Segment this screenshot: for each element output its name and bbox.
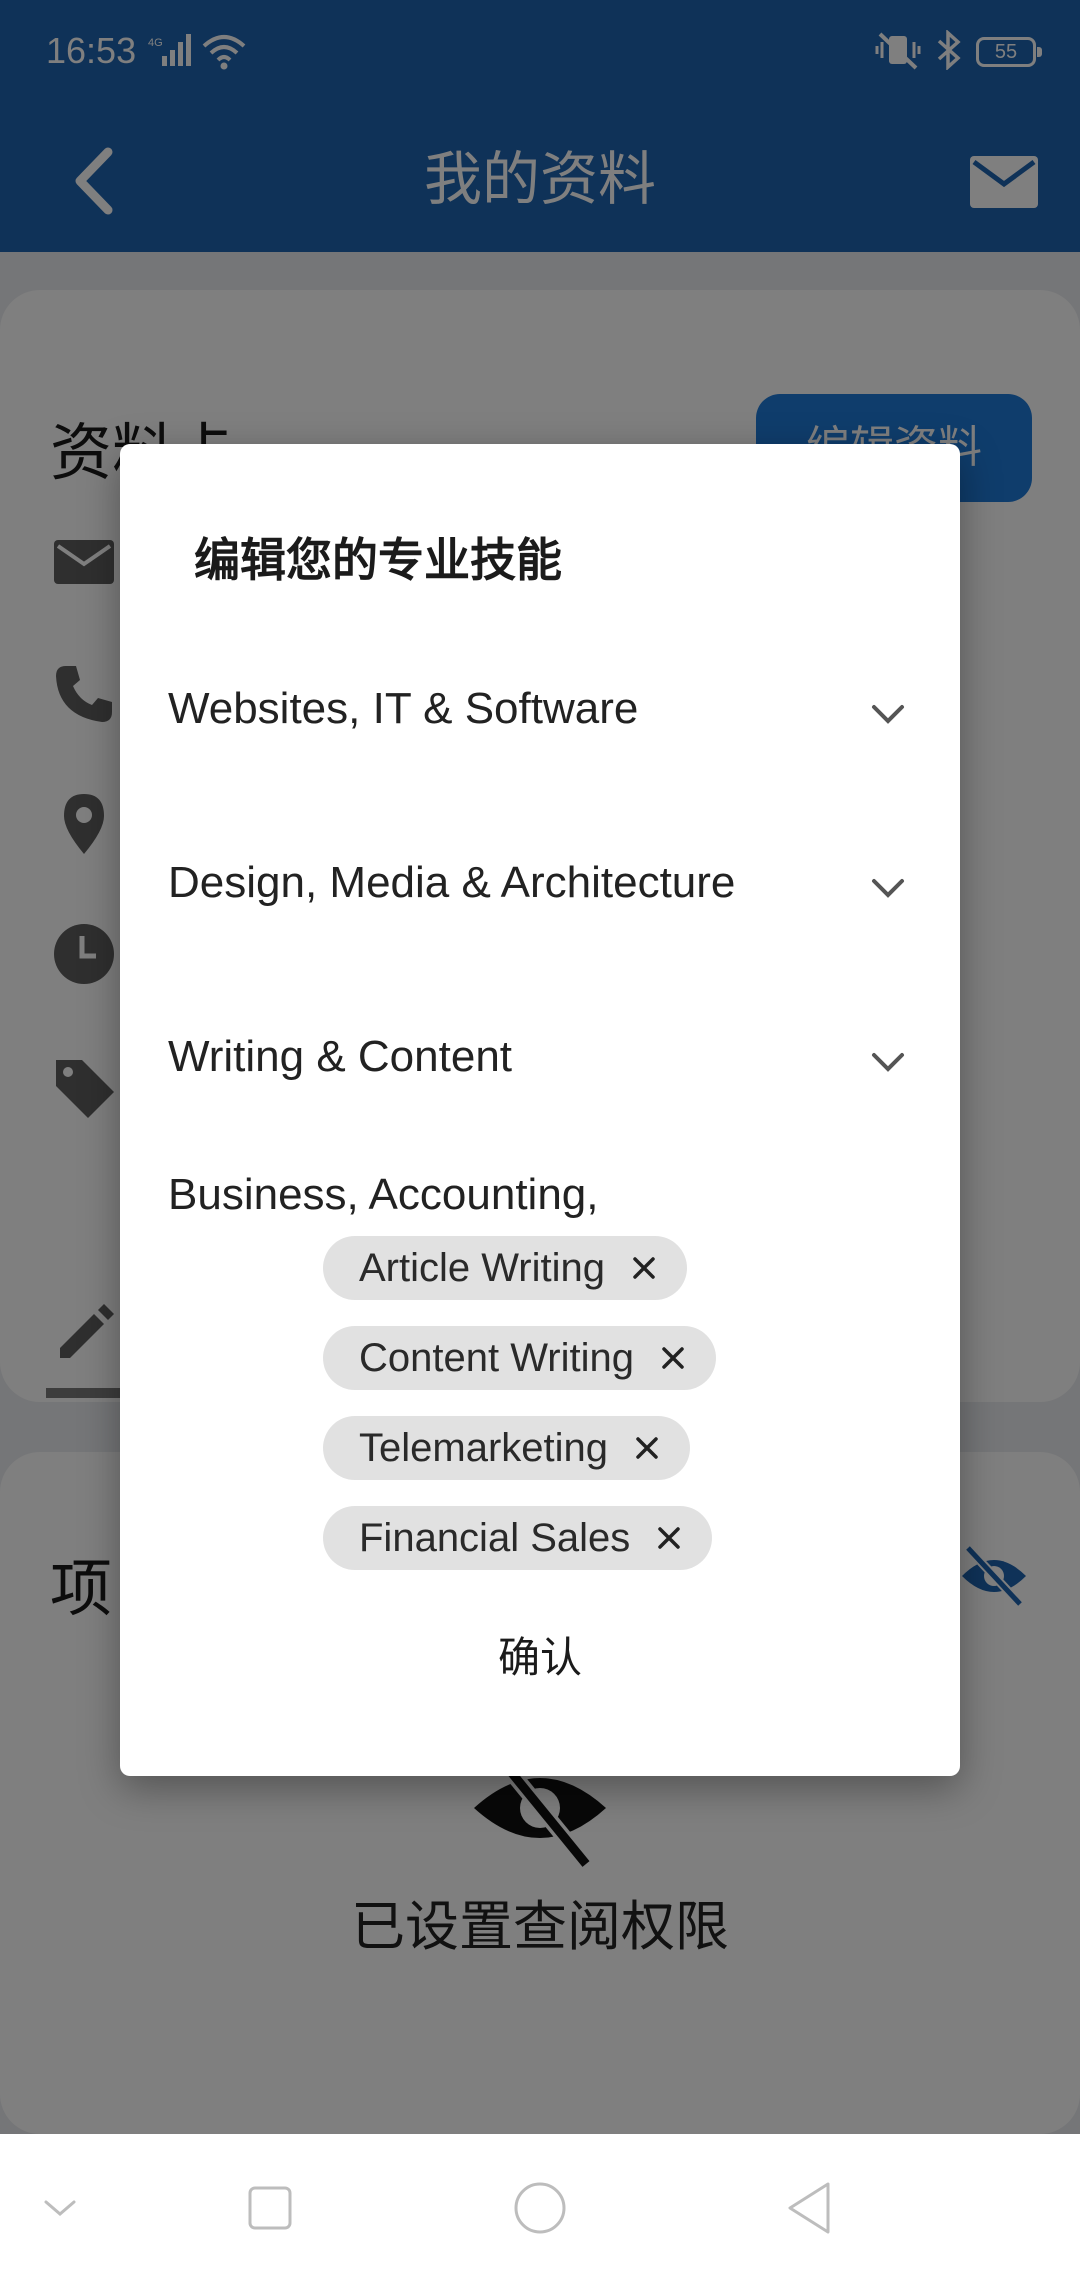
chevron-down-icon[interactable] (32, 2180, 88, 2236)
system-nav-bar (0, 2134, 1080, 2280)
close-icon[interactable] (656, 1341, 690, 1375)
skill-chip: Telemarketing (323, 1416, 691, 1480)
chip-label: Financial Sales (359, 1515, 631, 1560)
edit-skills-dialog: 编辑您的专业技能 Websites, IT & Software Design,… (120, 444, 960, 1776)
confirm-button[interactable]: 确认 (120, 1624, 960, 1685)
home-circle-icon[interactable] (512, 2180, 568, 2236)
chip-label: Telemarketing (359, 1425, 609, 1470)
category-label: Writing & Content (168, 1032, 513, 1081)
skill-chip: Article Writing (323, 1236, 687, 1300)
recents-square-icon[interactable] (242, 2180, 298, 2236)
chevron-down-icon (872, 879, 904, 898)
category-label: Business, Accounting, (168, 1174, 599, 1219)
category-design-media-architecture[interactable]: Design, Media & Architecture (168, 828, 920, 948)
dialog-title: 编辑您的专业技能 (194, 533, 562, 587)
skill-chip: Financial Sales (323, 1506, 713, 1570)
chip-label: Article Writing (359, 1245, 605, 1290)
close-icon[interactable] (627, 1251, 661, 1285)
close-icon[interactable] (652, 1521, 686, 1555)
category-business-accounting[interactable]: Business, Accounting, (168, 1174, 920, 1222)
chip-label: Content Writing (359, 1335, 634, 1380)
category-writing-content[interactable]: Writing & Content (168, 1002, 920, 1122)
close-icon[interactable] (630, 1431, 664, 1465)
back-triangle-icon[interactable] (782, 2180, 838, 2236)
category-websites-it-software[interactable]: Websites, IT & Software (168, 654, 920, 774)
chevron-down-icon (872, 1053, 904, 1072)
skill-chip: Content Writing (323, 1326, 716, 1390)
chevron-down-icon (872, 705, 904, 724)
category-label: Design, Media & Architecture (168, 858, 736, 907)
category-label: Websites, IT & Software (168, 684, 639, 733)
